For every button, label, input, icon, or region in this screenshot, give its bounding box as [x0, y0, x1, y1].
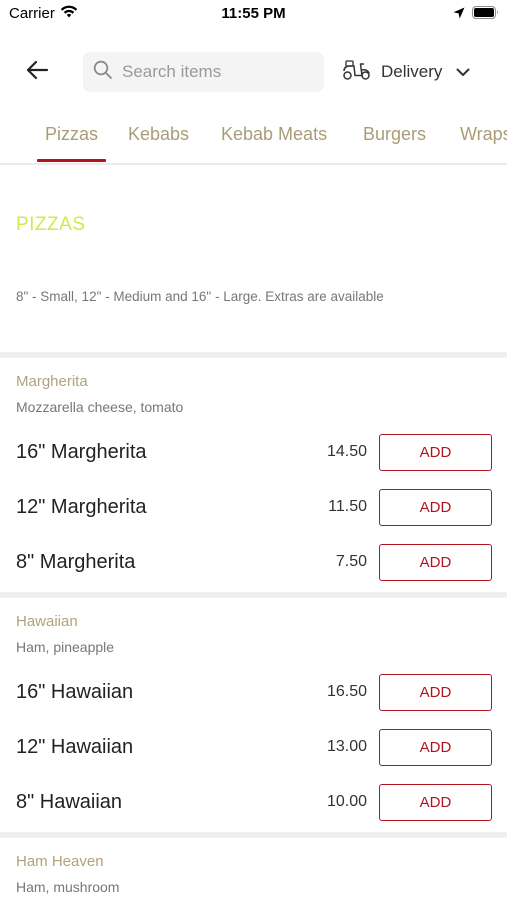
search-icon — [93, 60, 113, 85]
menu-item-price: 7.50 — [335, 553, 367, 570]
group-name-margherita: Margherita — [16, 373, 88, 390]
menu-item-name: 16" Margherita — [16, 441, 147, 463]
menu-item-price: 16.50 — [326, 683, 367, 700]
search-box[interactable] — [83, 52, 324, 92]
add-button[interactable]: ADD — [379, 729, 492, 766]
menu-item-name: 12" Hawaiian — [16, 736, 134, 758]
add-button[interactable]: ADD — [379, 544, 492, 581]
menu-item-price: 10.00 — [326, 793, 367, 810]
status-bar: Carrier 11:55 PM — [0, 0, 507, 30]
battery-icon — [472, 6, 499, 24]
menu-item-name: 8" Margherita — [16, 551, 136, 573]
tab-kebab-meats[interactable]: Kebab Meats — [221, 124, 327, 145]
category-tabs: Pizzas Kebabs Kebab Meats Burgers Wraps — [0, 112, 507, 164]
back-arrow-icon — [25, 60, 49, 85]
tabs-divider — [0, 163, 507, 165]
menu-item-price: 14.50 — [326, 443, 367, 460]
menu-item-name: 12" Margherita — [16, 496, 147, 518]
tab-selected-indicator — [37, 159, 106, 162]
add-button[interactable]: ADD — [379, 434, 492, 471]
add-button[interactable]: ADD — [379, 489, 492, 526]
menu-item-name: 16" Hawaiian — [16, 681, 134, 703]
tab-burgers[interactable]: Burgers — [363, 124, 426, 145]
status-indicators — [453, 6, 499, 24]
group-name-ham-heaven: Ham Heaven — [16, 853, 104, 870]
group-description-margherita: Mozzarella cheese, tomato — [16, 399, 184, 415]
menu-item-price: 11.50 — [328, 498, 367, 515]
group-divider — [0, 592, 507, 598]
search-input[interactable] — [122, 62, 312, 82]
group-divider — [0, 352, 507, 358]
group-divider — [0, 832, 507, 838]
tab-kebabs[interactable]: Kebabs — [128, 124, 189, 145]
group-description-ham-heaven: Ham, mushroom — [16, 879, 120, 895]
scooter-icon — [342, 59, 372, 86]
delivery-selector[interactable]: Delivery — [342, 58, 470, 86]
add-button[interactable]: ADD — [379, 674, 492, 711]
tab-wraps[interactable]: Wraps — [460, 124, 507, 145]
back-button[interactable] — [22, 58, 52, 86]
section-title: PIZZAS — [16, 214, 86, 235]
chevron-down-icon — [456, 68, 470, 77]
add-button[interactable]: ADD — [379, 784, 492, 821]
menu-item-price: 13.00 — [326, 738, 367, 755]
section-description: 8" - Small, 12" - Medium and 16" - Large… — [16, 289, 384, 304]
tab-pizzas[interactable]: Pizzas — [45, 124, 98, 145]
header: Delivery — [0, 50, 507, 94]
group-description-hawaiian: Ham, pineapple — [16, 639, 115, 655]
status-time: 11:55 PM — [221, 5, 286, 22]
menu-item-name: 8" Hawaiian — [16, 791, 123, 813]
location-arrow-icon — [453, 6, 465, 24]
group-name-hawaiian: Hawaiian — [16, 613, 78, 630]
delivery-label: Delivery — [381, 62, 443, 81]
